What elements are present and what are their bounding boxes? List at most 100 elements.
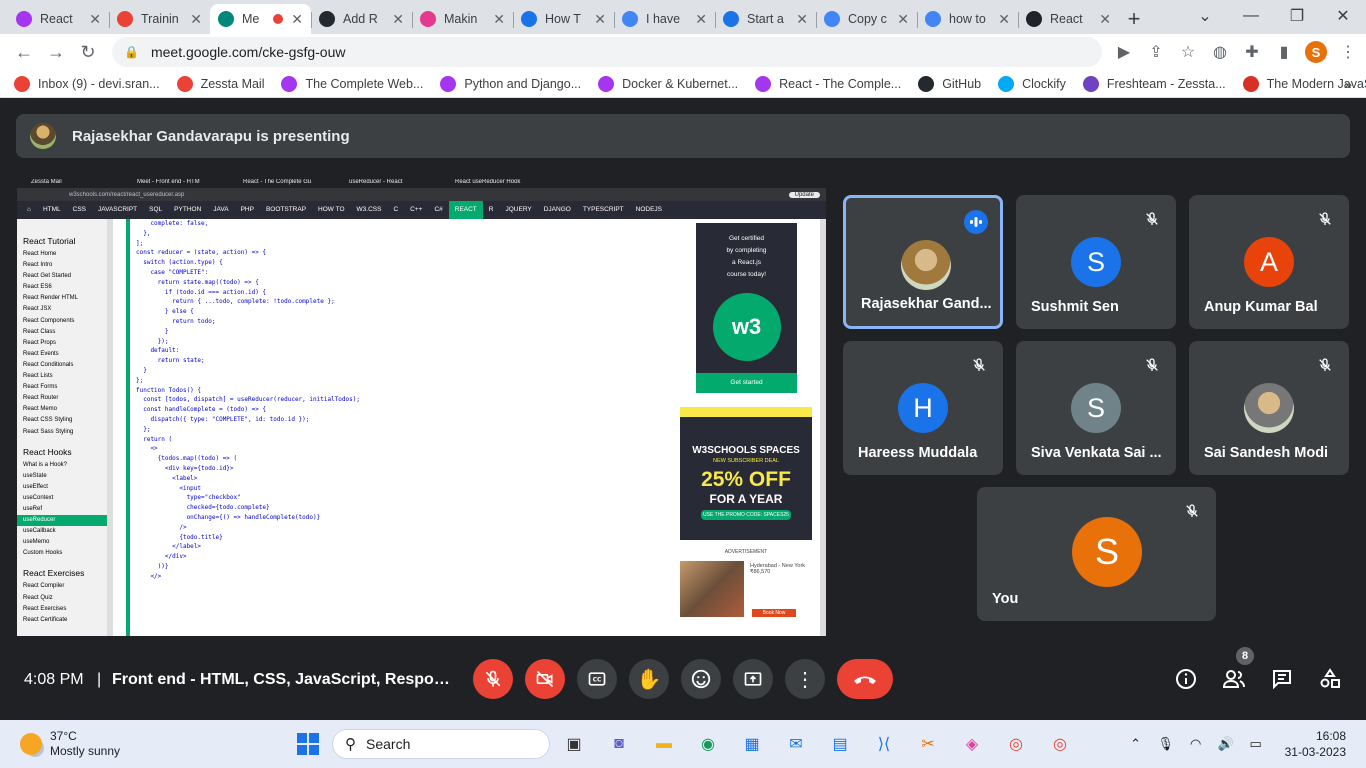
browser-tab[interactable]: Add R ✕ bbox=[311, 4, 412, 34]
tab-close-icon[interactable]: ✕ bbox=[695, 11, 707, 28]
close-window-button[interactable]: ✕ bbox=[1320, 6, 1366, 26]
bookmark-item[interactable]: GitHub bbox=[918, 75, 981, 92]
figma-icon[interactable]: ◈ bbox=[960, 732, 984, 756]
ad1-line: a React.js bbox=[732, 259, 761, 266]
reactions-button[interactable] bbox=[681, 659, 721, 699]
reload-button[interactable]: ↻ bbox=[74, 38, 102, 66]
task-view-icon[interactable]: ▣ bbox=[562, 732, 586, 756]
chat-button[interactable] bbox=[1266, 663, 1298, 695]
participant-name: Sai Sandesh Modi bbox=[1204, 445, 1329, 461]
bookmark-item[interactable]: The Complete Web... bbox=[281, 75, 424, 92]
docs-icon bbox=[824, 11, 840, 27]
camera-toggle-button[interactable] bbox=[525, 659, 565, 699]
taskbar-search[interactable]: ⚲ Search bbox=[332, 729, 550, 759]
more-options-button[interactable]: ⋮ bbox=[785, 659, 825, 699]
wifi-icon[interactable]: ◠ bbox=[1181, 736, 1211, 752]
meeting-details-button[interactable] bbox=[1170, 663, 1202, 695]
browser-tab[interactable]: Start a ✕ bbox=[715, 4, 816, 34]
captions-button[interactable]: CC bbox=[577, 659, 617, 699]
bookmark-star-icon[interactable]: ☆ bbox=[1172, 42, 1204, 62]
code-line: </> bbox=[136, 572, 162, 580]
address-bar[interactable]: 🔒 meet.google.com/cke-gsfg-ouw bbox=[112, 37, 1102, 67]
tab-close-icon[interactable]: ✕ bbox=[493, 11, 505, 28]
people-button[interactable] bbox=[1218, 663, 1250, 695]
tab-close-icon[interactable]: ✕ bbox=[998, 11, 1010, 28]
present-button[interactable] bbox=[733, 659, 773, 699]
browser-tab[interactable]: Trainin ✕ bbox=[109, 4, 210, 34]
activities-button[interactable] bbox=[1314, 663, 1346, 695]
bookmark-item[interactable]: Freshteam - Zessta... bbox=[1082, 75, 1226, 92]
store-icon[interactable]: ▦ bbox=[740, 732, 764, 756]
extension-g-icon[interactable]: ◍ bbox=[1204, 42, 1236, 62]
raise-hand-button[interactable]: ✋ bbox=[629, 659, 669, 699]
menu-kebab-icon[interactable]: ⋮ bbox=[1332, 42, 1364, 62]
code-line: }; bbox=[136, 376, 144, 384]
notepad-icon[interactable]: ▤ bbox=[828, 732, 852, 756]
browser-tab[interactable]: Makin ✕ bbox=[412, 4, 513, 34]
bookmark-item[interactable]: Inbox (9) - devi.sran... bbox=[14, 75, 160, 92]
w3-sidebar-link: React Props bbox=[23, 339, 57, 346]
participant-tile[interactable]: Sai Sandesh Modi bbox=[1189, 341, 1349, 475]
tab-search-icon[interactable]: ⌄ bbox=[1182, 6, 1228, 26]
browser-tab[interactable]: React ✕ bbox=[1018, 4, 1119, 34]
battery-icon[interactable]: ▭ bbox=[1241, 736, 1271, 752]
teams-chat-icon[interactable]: ◙ bbox=[607, 732, 631, 756]
snipping-tool-icon[interactable]: ✂ bbox=[916, 732, 940, 756]
tab-close-icon[interactable]: ✕ bbox=[392, 11, 404, 28]
tab-close-icon[interactable]: ✕ bbox=[291, 11, 303, 28]
w3-sidebar: React Tutorial React Home React Intro React… bbox=[17, 219, 107, 636]
browser-tab[interactable]: How T ✕ bbox=[513, 4, 614, 34]
tab-close-icon[interactable]: ✕ bbox=[594, 11, 606, 28]
tab-close-icon[interactable]: ✕ bbox=[897, 11, 909, 28]
vscode-icon[interactable]: ⟩⟨ bbox=[872, 732, 896, 756]
volume-icon[interactable]: 🔊 bbox=[1211, 736, 1241, 752]
side-panel-icon[interactable]: ▮ bbox=[1268, 42, 1300, 62]
bookmarks-overflow-icon[interactable]: » bbox=[1344, 76, 1352, 92]
share-icon[interactable]: ⇪ bbox=[1140, 42, 1172, 62]
code-line: <input bbox=[136, 484, 202, 492]
tab-close-icon[interactable]: ✕ bbox=[190, 11, 202, 28]
participant-tile[interactable]: S Sushmit Sen bbox=[1016, 195, 1176, 329]
bookmark-item[interactable]: Docker & Kubernet... bbox=[598, 75, 738, 92]
bookmark-item[interactable]: Clockify bbox=[998, 75, 1066, 92]
profile-avatar[interactable]: S bbox=[1305, 41, 1327, 63]
bookmark-item[interactable]: Python and Django... bbox=[440, 75, 581, 92]
participant-tile[interactable]: S Siva Venkata Sai ... bbox=[1016, 341, 1176, 475]
tab-close-icon[interactable]: ✕ bbox=[1099, 11, 1111, 28]
bookmark-item[interactable]: React - The Comple... bbox=[755, 75, 901, 92]
browser-tab[interactable]: I have ✕ bbox=[614, 4, 715, 34]
certificate-ad: Get certified by completing a React.js cour… bbox=[696, 223, 797, 393]
browser-tab[interactable]: how to ✕ bbox=[917, 4, 1018, 34]
forward-button[interactable]: → bbox=[42, 38, 70, 66]
participant-tile[interactable]: Rajasekhar Gand... bbox=[843, 195, 1003, 329]
browser-tab[interactable]: React ✕ bbox=[8, 4, 109, 34]
system-clock[interactable]: 16:08 31-03-2023 bbox=[1285, 728, 1346, 760]
extensions-icon[interactable]: ✚ bbox=[1236, 42, 1268, 62]
restore-button[interactable]: ❐ bbox=[1274, 6, 1320, 26]
leave-call-button[interactable] bbox=[837, 659, 893, 699]
chrome-profile-icon[interactable]: ◎ bbox=[1048, 732, 1072, 756]
chrome-icon[interactable]: ◎ bbox=[1004, 732, 1028, 756]
chevron-up-icon[interactable]: ⌃ bbox=[1121, 736, 1151, 752]
camera-icon[interactable]: ▶ bbox=[1108, 42, 1140, 62]
edge-icon[interactable]: ◉ bbox=[696, 732, 720, 756]
new-tab-button[interactable]: + bbox=[1119, 4, 1149, 34]
bookmark-label: The Complete Web... bbox=[305, 76, 424, 91]
participant-tile[interactable]: H Hareess Muddala bbox=[843, 341, 1003, 475]
weather-widget[interactable]: 37°C Mostly sunny bbox=[20, 729, 120, 759]
code-line: } bbox=[136, 366, 147, 374]
participant-tile[interactable]: A Anup Kumar Bal bbox=[1189, 195, 1349, 329]
tab-close-icon[interactable]: ✕ bbox=[89, 11, 101, 28]
mic-toggle-button[interactable] bbox=[473, 659, 513, 699]
tab-close-icon[interactable]: ✕ bbox=[796, 11, 808, 28]
bookmark-item[interactable]: Zessta Mail bbox=[176, 75, 264, 92]
back-button[interactable]: ← bbox=[10, 38, 38, 66]
start-button[interactable] bbox=[296, 732, 320, 756]
mail-icon[interactable]: ✉ bbox=[784, 732, 808, 756]
file-explorer-icon[interactable]: ▬ bbox=[652, 732, 676, 756]
browser-tab[interactable]: Me ✕ bbox=[210, 4, 311, 34]
microphone-icon[interactable]: 🎙 bbox=[1151, 736, 1181, 752]
participant-tile[interactable]: S You bbox=[977, 487, 1216, 621]
minimize-button[interactable]: — bbox=[1228, 7, 1274, 25]
browser-tab[interactable]: Copy c ✕ bbox=[816, 4, 917, 34]
